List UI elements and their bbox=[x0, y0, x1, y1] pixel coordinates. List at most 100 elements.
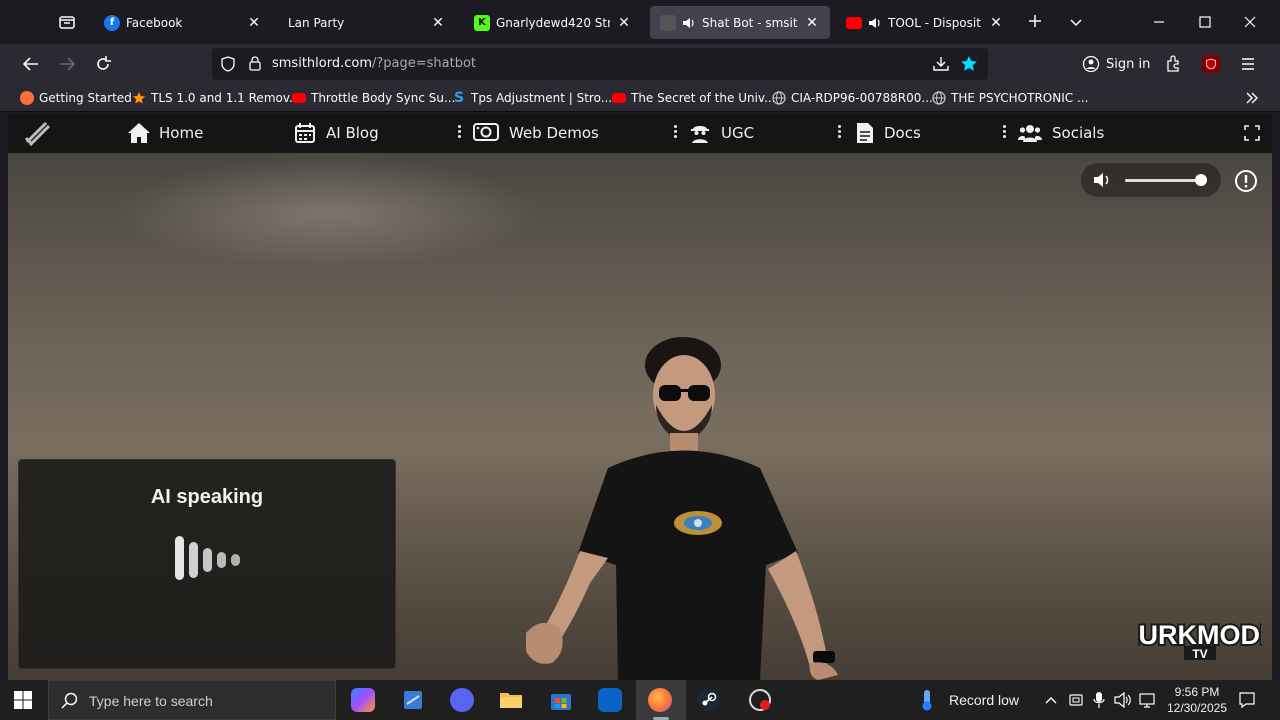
speaker-volume-icon[interactable] bbox=[1114, 692, 1132, 708]
new-tab-icon[interactable] bbox=[1027, 13, 1043, 29]
mail-icon[interactable] bbox=[598, 688, 622, 712]
menu-icon[interactable] bbox=[1240, 56, 1256, 72]
tab-tool-disposition[interactable]: TOOL - Disposition ✕ bbox=[836, 6, 1014, 39]
sign-in-button[interactable]: Sign in bbox=[1082, 52, 1150, 76]
tab-list-chevron-icon[interactable] bbox=[1068, 14, 1084, 30]
download-icon[interactable] bbox=[932, 56, 950, 72]
tab-gnarlydewd-stream[interactable]: K Gnarlydewd420 Stream ✕ bbox=[464, 6, 642, 39]
microphone-icon[interactable] bbox=[1092, 691, 1106, 709]
tab-title: Facebook bbox=[126, 15, 183, 30]
close-tab-icon[interactable]: ✕ bbox=[430, 15, 446, 31]
volume-icon[interactable] bbox=[1093, 172, 1111, 188]
meet-now-icon[interactable] bbox=[1068, 692, 1084, 708]
youtube-icon bbox=[292, 93, 306, 103]
search-placeholder: Type here to search bbox=[89, 693, 213, 709]
more-bookmarks-icon[interactable] bbox=[1244, 90, 1260, 106]
bookmark-label: Tps Adjustment | Stro... bbox=[471, 91, 613, 105]
volume-level-fill bbox=[1125, 179, 1201, 182]
volume-slider[interactable] bbox=[1125, 174, 1207, 186]
windows-start-icon[interactable] bbox=[14, 691, 32, 709]
nav-docs[interactable]: Docs bbox=[856, 121, 921, 145]
nav-ugc[interactable]: UGC bbox=[689, 121, 754, 145]
tab-shat-bot[interactable]: Shat Bot - smsithlor ✕ bbox=[650, 6, 830, 39]
bookmarks-toolbar: Getting Started TLS 1.0 and 1.1 Remov...… bbox=[0, 84, 1280, 112]
avatar-favicon-icon bbox=[660, 14, 676, 31]
tab-title: Lan Party bbox=[288, 15, 345, 30]
nav-ai-blog[interactable]: AI Blog bbox=[294, 121, 379, 145]
ublock-icon[interactable] bbox=[1202, 55, 1220, 73]
close-tab-icon[interactable]: ✕ bbox=[616, 15, 632, 31]
address-bar[interactable]: smsithlord.com/?page=shatbot bbox=[212, 48, 988, 80]
lock-icon[interactable] bbox=[248, 55, 262, 71]
bookmark-tps-adjustment[interactable]: S Tps Adjustment | Stro... bbox=[452, 90, 612, 106]
extensions-icon[interactable] bbox=[1164, 55, 1182, 73]
nav-socials[interactable]: Socials bbox=[1018, 121, 1104, 145]
navigation-toolbar: smsithlord.com/?page=shatbot Sign in bbox=[0, 44, 1280, 84]
microsoft-store-icon[interactable] bbox=[549, 688, 573, 712]
facebook-icon: f bbox=[104, 14, 120, 31]
clock-time: 9:56 PM bbox=[1174, 685, 1220, 699]
close-tab-icon[interactable]: ✕ bbox=[246, 15, 262, 31]
shield-icon[interactable] bbox=[220, 56, 236, 72]
tab-title: TOOL - Disposition bbox=[888, 15, 982, 30]
bookmark-secret-universe[interactable]: The Secret of the Univ... bbox=[612, 90, 776, 106]
tab-lan-party[interactable]: Lan Party ✕ bbox=[278, 6, 456, 39]
alert-info-icon[interactable] bbox=[1234, 169, 1258, 193]
volume-control[interactable] bbox=[1081, 163, 1221, 197]
thermometer-icon[interactable] bbox=[920, 689, 934, 711]
close-tab-icon[interactable]: ✕ bbox=[804, 15, 820, 31]
tab-title: Gnarlydewd420 Stream bbox=[496, 15, 610, 30]
firefox-taskbar-button[interactable] bbox=[636, 680, 686, 720]
nav-home[interactable]: Home bbox=[127, 121, 203, 145]
clock-date: 12/30/2025 bbox=[1166, 701, 1228, 715]
close-tab-icon[interactable]: ✕ bbox=[988, 15, 1004, 31]
waveform-bar bbox=[217, 552, 226, 568]
home-icon bbox=[127, 122, 150, 144]
notifications-icon[interactable] bbox=[1238, 691, 1256, 709]
app-icon-blue[interactable] bbox=[401, 688, 425, 712]
weather-label[interactable]: Record low bbox=[949, 692, 1019, 708]
nav-label: Socials bbox=[1052, 124, 1105, 142]
search-icon bbox=[61, 692, 79, 710]
reload-icon[interactable] bbox=[94, 55, 112, 73]
speaker-icon[interactable] bbox=[682, 16, 696, 30]
volume-slider-handle[interactable] bbox=[1195, 174, 1207, 186]
system-clock[interactable]: 9:56 PM 12/30/2025 bbox=[1158, 684, 1236, 716]
bookmark-cia-rdp[interactable]: CIA-RDP96-00788R00... bbox=[772, 90, 933, 106]
network-icon[interactable] bbox=[1139, 692, 1157, 708]
calendar-icon bbox=[294, 122, 316, 144]
account-icon bbox=[1082, 55, 1100, 73]
speaker-icon[interactable] bbox=[868, 16, 882, 30]
minimize-icon[interactable] bbox=[1151, 14, 1167, 30]
youtube-icon bbox=[846, 16, 862, 29]
bookmark-label: Getting Started bbox=[39, 91, 132, 105]
site-logo-icon[interactable] bbox=[24, 120, 52, 146]
back-icon[interactable] bbox=[22, 56, 40, 72]
tab-overview-icon[interactable] bbox=[58, 13, 76, 31]
bookmark-psychotronic[interactable]: THE PSYCHOTRONIC ... bbox=[932, 90, 1088, 106]
bookmark-getting-started[interactable]: Getting Started bbox=[20, 90, 132, 106]
bookmark-tls[interactable]: TLS 1.0 and 1.1 Remov... bbox=[132, 90, 300, 106]
youtube-icon bbox=[612, 93, 626, 103]
forward-icon[interactable] bbox=[58, 56, 76, 72]
file-explorer-icon[interactable] bbox=[499, 688, 523, 712]
bookmark-throttle-body[interactable]: Throttle Body Sync Su... bbox=[292, 90, 455, 106]
users-icon bbox=[1018, 122, 1042, 144]
close-window-icon[interactable] bbox=[1242, 14, 1258, 30]
ai-speaking-label: AI speaking bbox=[150, 486, 264, 508]
waveform-bar bbox=[231, 554, 240, 566]
fullscreen-icon[interactable] bbox=[1244, 125, 1260, 141]
maximize-icon[interactable] bbox=[1197, 14, 1213, 30]
copilot-icon[interactable] bbox=[351, 688, 375, 712]
nav-separator-dots bbox=[458, 123, 462, 143]
tab-facebook[interactable]: f Facebook ✕ bbox=[94, 6, 272, 39]
bookmark-star-icon[interactable] bbox=[960, 55, 978, 73]
steam-icon[interactable] bbox=[697, 688, 721, 712]
avatar-scene[interactable]: AI speaking LURKMODE TV bbox=[8, 153, 1272, 680]
nav-separator-dots bbox=[674, 123, 678, 143]
show-hidden-icons-chevron-icon[interactable] bbox=[1044, 693, 1058, 707]
discord-icon[interactable] bbox=[450, 688, 474, 712]
taskbar-search-box[interactable]: Type here to search bbox=[48, 680, 336, 720]
recording-app-icon[interactable] bbox=[748, 688, 772, 712]
nav-web-demos[interactable]: Web Demos bbox=[473, 121, 599, 145]
